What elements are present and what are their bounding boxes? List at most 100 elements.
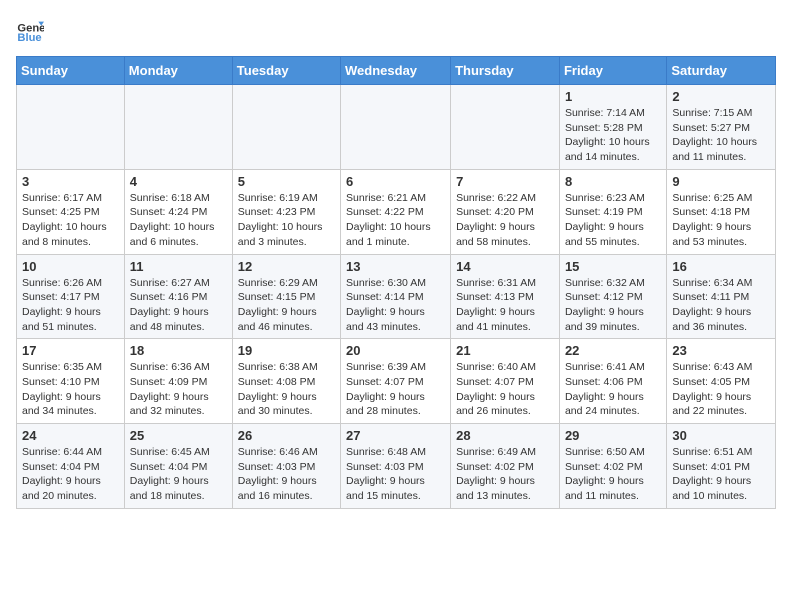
day-number: 10 xyxy=(22,259,119,274)
day-info: Sunrise: 6:26 AMSunset: 4:17 PMDaylight:… xyxy=(22,276,119,335)
day-number: 5 xyxy=(238,174,335,189)
calendar-cell: 26 Sunrise: 6:46 AMSunset: 4:03 PMDayligh… xyxy=(232,424,340,509)
calendar-table: SundayMondayTuesdayWednesdayThursdayFrid… xyxy=(16,56,776,509)
day-info: Sunrise: 6:18 AMSunset: 4:24 PMDaylight:… xyxy=(130,191,227,250)
day-info: Sunrise: 7:14 AMSunset: 5:28 PMDaylight:… xyxy=(565,106,661,165)
calendar-cell: 5 Sunrise: 6:19 AMSunset: 4:23 PMDaylight… xyxy=(232,169,340,254)
weekday-header-tuesday: Tuesday xyxy=(232,57,340,85)
calendar-week-4: 17Sunrise: 6:35 AMSunset: 4:10 PMDayligh… xyxy=(17,339,776,424)
calendar-cell: 18 Sunrise: 6:36 AMSunset: 4:09 PMDayligh… xyxy=(124,339,232,424)
day-number: 27 xyxy=(346,428,445,443)
day-info: Sunrise: 6:51 AMSunset: 4:01 PMDaylight:… xyxy=(672,445,770,504)
calendar-cell xyxy=(124,85,232,170)
day-info: Sunrise: 6:41 AMSunset: 4:06 PMDaylight:… xyxy=(565,360,661,419)
calendar-cell: 28Sunrise: 6:49 AMSunset: 4:02 PMDayligh… xyxy=(451,424,560,509)
day-info: Sunrise: 6:43 AMSunset: 4:05 PMDaylight:… xyxy=(672,360,770,419)
calendar-cell: 12 Sunrise: 6:29 AMSunset: 4:15 PMDayligh… xyxy=(232,254,340,339)
weekday-header-sunday: Sunday xyxy=(17,57,125,85)
day-number: 3 xyxy=(22,174,119,189)
day-number: 30 xyxy=(672,428,770,443)
day-info: Sunrise: 6:31 AMSunset: 4:13 PMDaylight:… xyxy=(456,276,554,335)
calendar-cell xyxy=(451,85,560,170)
day-number: 25 xyxy=(130,428,227,443)
day-info: Sunrise: 6:23 AMSunset: 4:19 PMDaylight:… xyxy=(565,191,661,250)
day-number: 9 xyxy=(672,174,770,189)
day-info: Sunrise: 6:49 AMSunset: 4:02 PMDaylight:… xyxy=(456,445,554,504)
calendar-cell: 14 Sunrise: 6:31 AMSunset: 4:13 PMDayligh… xyxy=(451,254,560,339)
calendar-body: 1 Sunrise: 7:14 AMSunset: 5:28 PMDaylight… xyxy=(17,85,776,509)
calendar-cell: 9 Sunrise: 6:25 AMSunset: 4:18 PMDaylight… xyxy=(667,169,776,254)
calendar-cell: 23 Sunrise: 6:43 AMSunset: 4:05 PMDayligh… xyxy=(667,339,776,424)
day-info: Sunrise: 6:30 AMSunset: 4:14 PMDaylight:… xyxy=(346,276,445,335)
calendar-cell: 27 Sunrise: 6:48 AMSunset: 4:03 PMDayligh… xyxy=(341,424,451,509)
day-number: 26 xyxy=(238,428,335,443)
calendar-cell xyxy=(341,85,451,170)
day-info: Sunrise: 6:21 AMSunset: 4:22 PMDaylight:… xyxy=(346,191,445,250)
day-info: Sunrise: 6:32 AMSunset: 4:12 PMDaylight:… xyxy=(565,276,661,335)
day-info: Sunrise: 6:44 AMSunset: 4:04 PMDaylight:… xyxy=(22,445,119,504)
day-number: 20 xyxy=(346,343,445,358)
day-number: 14 xyxy=(456,259,554,274)
calendar-week-5: 24 Sunrise: 6:44 AMSunset: 4:04 PMDayligh… xyxy=(17,424,776,509)
calendar-week-2: 3 Sunrise: 6:17 AMSunset: 4:25 PMDaylight… xyxy=(17,169,776,254)
day-info: Sunrise: 6:27 AMSunset: 4:16 PMDaylight:… xyxy=(130,276,227,335)
day-number: 19 xyxy=(238,343,335,358)
calendar-cell: 1 Sunrise: 7:14 AMSunset: 5:28 PMDaylight… xyxy=(559,85,666,170)
weekday-header-friday: Friday xyxy=(559,57,666,85)
day-info: Sunrise: 6:36 AMSunset: 4:09 PMDaylight:… xyxy=(130,360,227,419)
day-info: Sunrise: 6:34 AMSunset: 4:11 PMDaylight:… xyxy=(672,276,770,335)
day-number: 1 xyxy=(565,89,661,104)
calendar-cell: 2 Sunrise: 7:15 AMSunset: 5:27 PMDaylight… xyxy=(667,85,776,170)
day-info: Sunrise: 6:39 AMSunset: 4:07 PMDaylight:… xyxy=(346,360,445,419)
day-number: 6 xyxy=(346,174,445,189)
day-number: 24 xyxy=(22,428,119,443)
day-info: Sunrise: 6:22 AMSunset: 4:20 PMDaylight:… xyxy=(456,191,554,250)
calendar-cell: 7Sunrise: 6:22 AMSunset: 4:20 PMDaylight… xyxy=(451,169,560,254)
day-number: 22 xyxy=(565,343,661,358)
day-number: 12 xyxy=(238,259,335,274)
day-number: 23 xyxy=(672,343,770,358)
weekday-header-wednesday: Wednesday xyxy=(341,57,451,85)
day-number: 29 xyxy=(565,428,661,443)
weekday-header-thursday: Thursday xyxy=(451,57,560,85)
calendar-cell: 22 Sunrise: 6:41 AMSunset: 4:06 PMDayligh… xyxy=(559,339,666,424)
calendar-cell: 21 Sunrise: 6:40 AMSunset: 4:07 PMDayligh… xyxy=(451,339,560,424)
day-info: Sunrise: 6:25 AMSunset: 4:18 PMDaylight:… xyxy=(672,191,770,250)
weekday-header-monday: Monday xyxy=(124,57,232,85)
day-number: 17 xyxy=(22,343,119,358)
day-info: Sunrise: 6:46 AMSunset: 4:03 PMDaylight:… xyxy=(238,445,335,504)
day-number: 4 xyxy=(130,174,227,189)
calendar-cell: 6 Sunrise: 6:21 AMSunset: 4:22 PMDaylight… xyxy=(341,169,451,254)
day-info: Sunrise: 6:17 AMSunset: 4:25 PMDaylight:… xyxy=(22,191,119,250)
calendar-cell: 24 Sunrise: 6:44 AMSunset: 4:04 PMDayligh… xyxy=(17,424,125,509)
weekday-header-saturday: Saturday xyxy=(667,57,776,85)
day-info: Sunrise: 7:15 AMSunset: 5:27 PMDaylight:… xyxy=(672,106,770,165)
calendar-cell: 3 Sunrise: 6:17 AMSunset: 4:25 PMDaylight… xyxy=(17,169,125,254)
day-number: 8 xyxy=(565,174,661,189)
calendar-cell: 20 Sunrise: 6:39 AMSunset: 4:07 PMDayligh… xyxy=(341,339,451,424)
calendar-cell: 30 Sunrise: 6:51 AMSunset: 4:01 PMDayligh… xyxy=(667,424,776,509)
day-info: Sunrise: 6:40 AMSunset: 4:07 PMDaylight:… xyxy=(456,360,554,419)
svg-text:Blue: Blue xyxy=(17,32,41,44)
calendar-cell: 8 Sunrise: 6:23 AMSunset: 4:19 PMDaylight… xyxy=(559,169,666,254)
calendar-cell xyxy=(17,85,125,170)
calendar-cell: 11 Sunrise: 6:27 AMSunset: 4:16 PMDayligh… xyxy=(124,254,232,339)
day-number: 2 xyxy=(672,89,770,104)
logo-icon: General Blue xyxy=(16,16,44,44)
day-number: 11 xyxy=(130,259,227,274)
day-info: Sunrise: 6:48 AMSunset: 4:03 PMDaylight:… xyxy=(346,445,445,504)
calendar-cell: 25Sunrise: 6:45 AMSunset: 4:04 PMDayligh… xyxy=(124,424,232,509)
calendar-week-3: 10 Sunrise: 6:26 AMSunset: 4:17 PMDayligh… xyxy=(17,254,776,339)
day-number: 16 xyxy=(672,259,770,274)
day-number: 18 xyxy=(130,343,227,358)
calendar-cell xyxy=(232,85,340,170)
calendar-cell: 16 Sunrise: 6:34 AMSunset: 4:11 PMDayligh… xyxy=(667,254,776,339)
day-info: Sunrise: 6:50 AMSunset: 4:02 PMDaylight:… xyxy=(565,445,661,504)
day-info: Sunrise: 6:19 AMSunset: 4:23 PMDaylight:… xyxy=(238,191,335,250)
day-info: Sunrise: 6:29 AMSunset: 4:15 PMDaylight:… xyxy=(238,276,335,335)
calendar-cell: 15Sunrise: 6:32 AMSunset: 4:12 PMDayligh… xyxy=(559,254,666,339)
logo: General Blue xyxy=(16,16,48,44)
calendar-cell: 29 Sunrise: 6:50 AMSunset: 4:02 PMDayligh… xyxy=(559,424,666,509)
day-info: Sunrise: 6:38 AMSunset: 4:08 PMDaylight:… xyxy=(238,360,335,419)
day-number: 21 xyxy=(456,343,554,358)
